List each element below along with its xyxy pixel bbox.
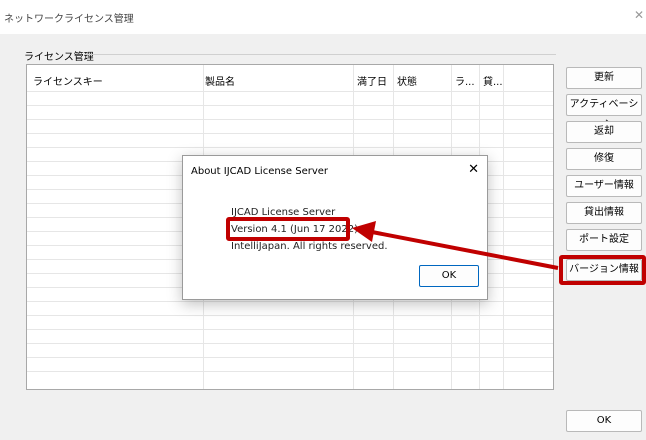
list-header: ライセンスキー 製品名 満了日 状態 ラ... 貸... bbox=[27, 65, 553, 91]
column-divider bbox=[503, 65, 504, 389]
lend-info-button[interactable]: 貸出情報 bbox=[566, 202, 642, 224]
return-button[interactable]: 返却 bbox=[566, 121, 642, 143]
version-button-highlight-box bbox=[559, 255, 646, 285]
activation-button[interactable]: アクティベーション bbox=[566, 94, 642, 130]
update-button[interactable]: 更新 bbox=[566, 67, 642, 89]
dialog-ok-button[interactable]: OK bbox=[419, 265, 479, 287]
row-divider bbox=[27, 315, 553, 316]
row-divider bbox=[27, 329, 553, 330]
column-header-status[interactable]: 状態 bbox=[397, 73, 417, 88]
column-header-expiry-date[interactable]: 満了日 bbox=[357, 73, 387, 88]
dialog-title: About IJCAD License Server bbox=[191, 166, 329, 177]
title-bar: ネットワークライセンス管理 ✕ bbox=[0, 0, 646, 34]
copyright-text: IntelliJapan. All rights reserved. bbox=[231, 241, 388, 252]
port-settings-button[interactable]: ポート設定 bbox=[566, 229, 642, 251]
row-divider bbox=[27, 357, 553, 358]
row-divider bbox=[27, 91, 553, 92]
row-divider bbox=[27, 301, 553, 302]
row-divider bbox=[27, 119, 553, 120]
row-divider bbox=[27, 147, 553, 148]
close-icon[interactable]: ✕ bbox=[634, 8, 644, 22]
row-divider bbox=[27, 105, 553, 106]
group-divider bbox=[84, 54, 556, 55]
row-divider bbox=[27, 371, 553, 372]
row-divider bbox=[27, 133, 553, 134]
column-header-license-key[interactable]: ライセンスキー bbox=[33, 73, 103, 88]
row-divider bbox=[27, 343, 553, 344]
ok-button[interactable]: OK bbox=[566, 410, 642, 432]
group-label: ライセンス管理 bbox=[24, 52, 94, 63]
repair-button[interactable]: 修復 bbox=[566, 148, 642, 170]
version-highlight-box bbox=[226, 217, 350, 241]
dialog-close-icon[interactable]: ✕ bbox=[468, 162, 479, 177]
column-header-ra[interactable]: ラ... bbox=[455, 73, 475, 88]
user-info-button[interactable]: ユーザー情報 bbox=[566, 175, 642, 197]
window-title: ネットワークライセンス管理 bbox=[4, 14, 134, 25]
column-header-product-name[interactable]: 製品名 bbox=[205, 73, 235, 88]
column-header-lend[interactable]: 貸... bbox=[483, 73, 503, 88]
